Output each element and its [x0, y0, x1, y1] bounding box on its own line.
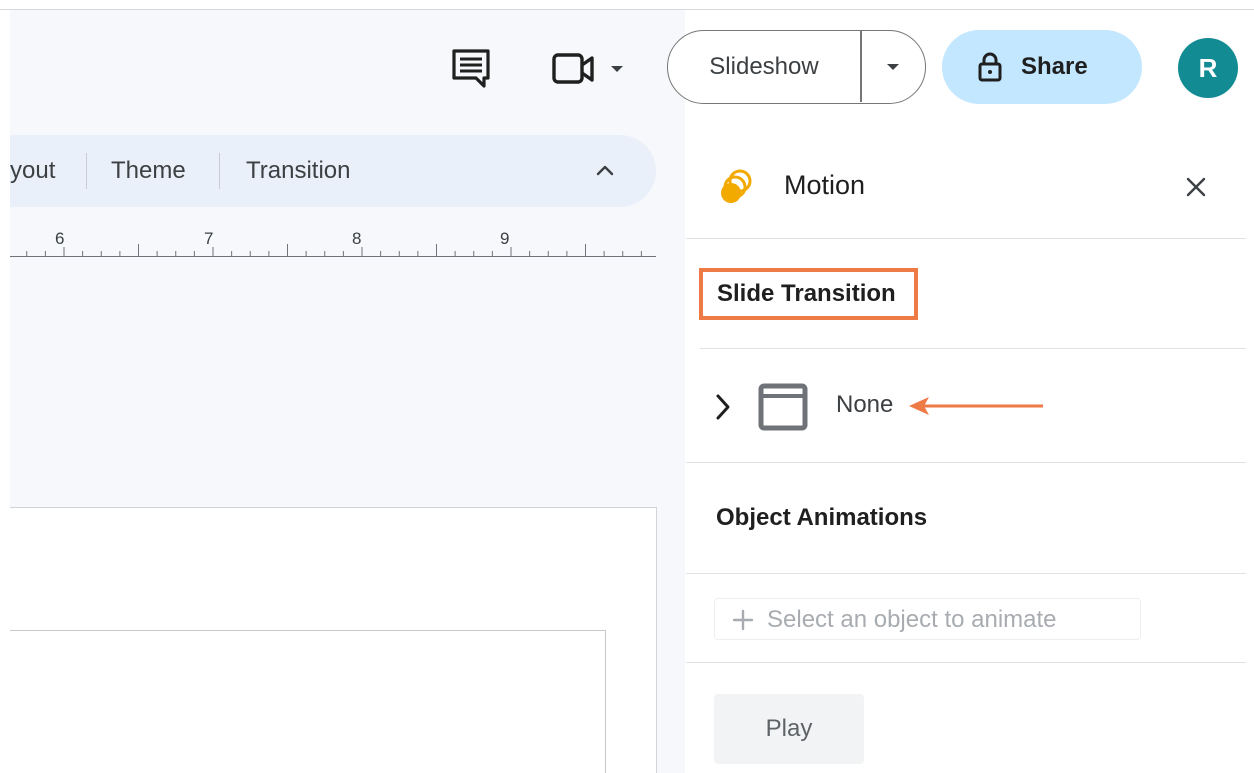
ruler-label: 8 — [352, 229, 361, 248]
avatar[interactable]: R — [1178, 38, 1238, 98]
panel-divider — [700, 348, 1246, 349]
ruler-label: 7 — [204, 229, 213, 248]
transition-thumbnail-icon[interactable] — [758, 383, 808, 431]
panel-divider — [686, 462, 1246, 463]
chevron-right-icon[interactable] — [712, 392, 734, 422]
ruler-label: 9 — [500, 229, 509, 248]
object-animations-heading: Object Animations — [716, 504, 928, 531]
ruler-label: 6 — [55, 229, 64, 248]
pointer-arrow-icon — [909, 397, 1043, 415]
chevron-down-icon — [611, 66, 623, 72]
motion-icon — [721, 169, 752, 203]
toolbar-transition-button[interactable]: Transition — [246, 135, 350, 207]
transition-value[interactable]: None — [836, 390, 893, 420]
lock-icon — [978, 52, 1002, 82]
slideshow-button[interactable]: Slideshow — [668, 31, 860, 102]
panel-divider — [686, 238, 1246, 239]
close-icon[interactable] — [1184, 175, 1208, 199]
toolbar-layout-button[interactable]: yout — [10, 135, 55, 207]
comment-icon[interactable] — [450, 48, 492, 88]
add-animation-button[interactable]: Select an object to animate — [714, 598, 1141, 640]
toolbar-divider — [86, 153, 87, 189]
share-button[interactable]: Share — [942, 30, 1142, 104]
motion-panel: Motion — [686, 135, 1246, 773]
slideshow-split-button: Slideshow — [667, 30, 926, 104]
slides-editor: yout Theme Transition 6 7 8 9 Slideshow — [0, 0, 1254, 773]
play-button[interactable]: Play — [714, 694, 864, 764]
slide-placeholder-box[interactable] — [10, 630, 606, 773]
slideshow-dropdown-button[interactable] — [862, 31, 925, 102]
slide-transition-highlight-box — [699, 268, 918, 320]
add-animation-label: Select an object to animate — [767, 606, 1057, 633]
motion-panel-title: Motion — [784, 170, 866, 200]
panel-divider — [686, 573, 1246, 574]
caret-down-icon — [887, 64, 899, 70]
plus-icon — [732, 609, 754, 631]
chevron-up-icon[interactable] — [593, 159, 617, 183]
video-camera-icon[interactable] — [550, 50, 630, 88]
toolbar-divider — [219, 153, 220, 189]
toolbar-theme-button[interactable]: Theme — [111, 135, 186, 207]
horizontal-ruler: 6 7 8 9 — [10, 226, 656, 264]
formatting-toolbar: yout Theme Transition — [10, 135, 656, 207]
ruler-ticks: 6 7 8 9 — [26, 229, 642, 256]
panel-divider — [686, 662, 1246, 663]
share-label: Share — [1021, 53, 1088, 80]
